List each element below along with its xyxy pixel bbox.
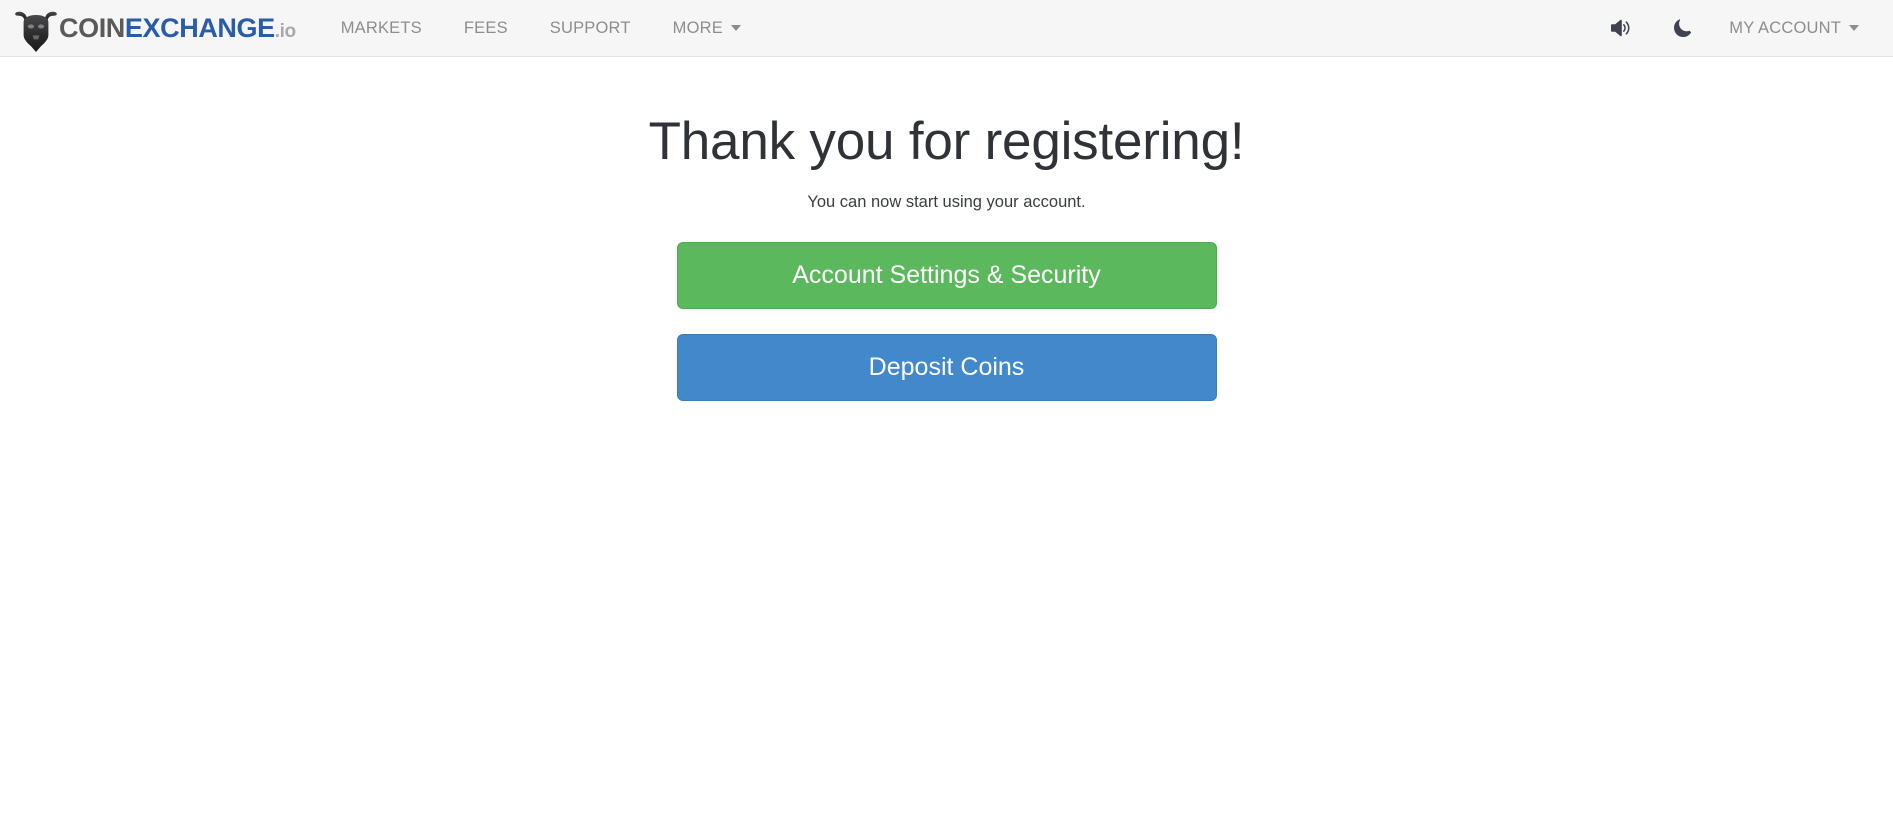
nav-link-more-label: MORE <box>672 18 723 37</box>
dark-mode-toggle-button[interactable] <box>1651 0 1713 57</box>
action-button-stack: Account Settings & Security Deposit Coin… <box>676 242 1217 402</box>
account-settings-security-label: Account Settings & Security <box>792 261 1101 290</box>
top-navbar: COINEXCHANGE.io MARKETS FEES SUPPORT MOR… <box>0 0 1893 57</box>
nav-item-fees: FEES <box>443 0 529 57</box>
bull-logo-icon <box>14 4 58 54</box>
nav-link-markets-label: MARKETS <box>340 18 422 37</box>
navbar-right-group: MY ACCOUNT <box>1589 0 1893 57</box>
page-title: Thank you for registering! <box>648 112 1245 171</box>
my-account-label: MY ACCOUNT <box>1729 18 1841 37</box>
page-subtitle: You can now start using your account. <box>807 193 1086 212</box>
chevron-down-icon <box>730 25 741 31</box>
sound-toggle-button[interactable] <box>1589 0 1651 57</box>
nav-item-more: MORE <box>652 0 762 57</box>
nav-item-markets: MARKETS <box>320 0 443 57</box>
brand-wordmark: COINEXCHANGE.io <box>59 12 296 43</box>
deposit-coins-label: Deposit Coins <box>868 353 1025 382</box>
brand-part-io: .io <box>274 20 296 42</box>
nav-item-support: SUPPORT <box>529 0 652 57</box>
nav-link-support-label: SUPPORT <box>549 18 631 37</box>
my-account-menu[interactable]: MY ACCOUNT <box>1713 0 1883 57</box>
nav-link-support[interactable]: SUPPORT <box>529 0 652 57</box>
brand-part-coin: COIN <box>59 12 125 43</box>
brand-part-exchange: EXCHANGE <box>124 12 275 43</box>
nav-link-markets[interactable]: MARKETS <box>320 0 443 57</box>
account-settings-security-button[interactable]: Account Settings & Security <box>676 242 1217 310</box>
chevron-down-icon <box>1849 25 1859 31</box>
main-content: Thank you for registering! You can now s… <box>0 57 1893 402</box>
primary-nav-list: MARKETS FEES SUPPORT MORE <box>320 0 762 57</box>
deposit-coins-button[interactable]: Deposit Coins <box>676 334 1217 402</box>
nav-link-fees[interactable]: FEES <box>443 0 529 57</box>
moon-icon <box>1671 17 1693 39</box>
nav-link-more[interactable]: MORE <box>652 0 762 57</box>
nav-link-fees-label: FEES <box>463 18 508 37</box>
brand-logo-link[interactable]: COINEXCHANGE.io <box>14 0 296 57</box>
volume-up-icon <box>1608 16 1632 40</box>
